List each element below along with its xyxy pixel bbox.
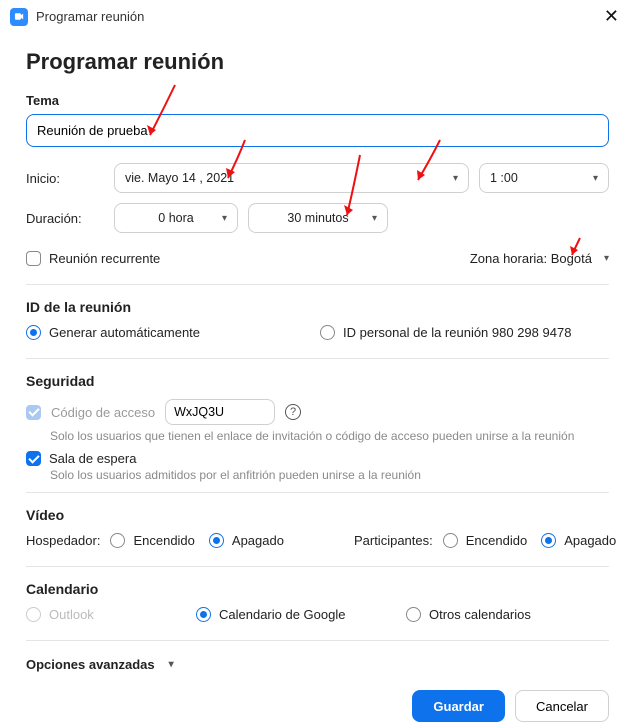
- meeting-id-header: ID de la reunión: [26, 299, 609, 315]
- video-on-label: Encendido: [466, 533, 527, 548]
- radio-icon: [443, 533, 458, 548]
- video-on-label: Encendido: [133, 533, 194, 548]
- host-video-off-radio[interactable]: Apagado: [209, 533, 284, 548]
- chevron-down-icon: ▾: [372, 213, 377, 224]
- chevron-down-icon: ▾: [453, 173, 458, 184]
- topic-label: Tema: [26, 93, 609, 108]
- chevron-down-icon: ▾: [222, 213, 227, 224]
- host-video-label: Hospedador:: [26, 533, 100, 548]
- advanced-options-toggle[interactable]: Opciones avanzadas ▾: [26, 657, 609, 672]
- host-video-on-radio[interactable]: Encendido: [110, 533, 194, 548]
- radio-icon: [110, 533, 125, 548]
- start-label: Inicio:: [26, 171, 104, 186]
- radio-disabled-icon: [26, 607, 41, 622]
- radio-selected-icon: [26, 325, 41, 340]
- checkbox-icon: [26, 251, 41, 266]
- radio-icon: [406, 607, 421, 622]
- close-icon[interactable]: ✕: [598, 6, 625, 27]
- radio-icon: [320, 325, 335, 340]
- meeting-id-personal-label: ID personal de la reunión 980 298 9478: [343, 325, 571, 340]
- timezone-text: Zona horaria: Bogotá: [470, 251, 592, 266]
- waiting-room-checkbox[interactable]: Sala de espera: [26, 451, 609, 466]
- video-header: Vídeo: [26, 507, 609, 523]
- calendar-header: Calendario: [26, 581, 609, 597]
- participants-video-off-radio[interactable]: Apagado: [541, 533, 616, 548]
- zoom-logo-icon: [10, 8, 28, 26]
- start-time-value: 1 :00: [490, 171, 518, 185]
- calendar-outlook-label: Outlook: [49, 607, 94, 622]
- chevron-down-icon: ▾: [604, 253, 609, 264]
- radio-selected-icon: [196, 607, 211, 622]
- checkbox-checked-icon: [26, 451, 41, 466]
- start-date-select[interactable]: vie. Mayo 14 , 2021 ▾: [114, 163, 469, 193]
- duration-row: Duración: 0 hora ▾ 30 minutos ▾: [26, 203, 609, 233]
- waiting-room-label: Sala de espera: [49, 451, 136, 466]
- duration-minutes-value: 30 minutos: [287, 211, 348, 225]
- waiting-room-description: Solo los usuarios admitidos por el anfit…: [50, 468, 609, 482]
- timezone-select[interactable]: Zona horaria: Bogotá ▾: [470, 251, 609, 266]
- page-title: Programar reunión: [26, 49, 609, 75]
- chevron-down-icon: ▾: [593, 173, 598, 184]
- recurring-label: Reunión recurrente: [49, 251, 160, 266]
- calendar-google-label: Calendario de Google: [219, 607, 345, 622]
- chevron-down-icon: ▾: [169, 659, 174, 670]
- passcode-description: Solo los usuarios que tienen el enlace d…: [50, 429, 609, 443]
- save-button[interactable]: Guardar: [412, 690, 505, 722]
- duration-minutes-select[interactable]: 30 minutos ▾: [248, 203, 388, 233]
- duration-hours-value: 0 hora: [158, 211, 193, 225]
- meeting-id-auto-label: Generar automáticamente: [49, 325, 200, 340]
- participants-video-on-radio[interactable]: Encendido: [443, 533, 527, 548]
- meeting-id-auto-radio[interactable]: Generar automáticamente: [26, 325, 200, 340]
- start-row: Inicio: vie. Mayo 14 , 2021 ▾ 1 :00 ▾: [26, 163, 609, 193]
- recurring-checkbox[interactable]: Reunión recurrente: [26, 251, 160, 266]
- radio-selected-icon: [209, 533, 224, 548]
- radio-selected-icon: [541, 533, 556, 548]
- title-bar: Programar reunión ✕: [0, 0, 635, 33]
- calendar-google-radio[interactable]: Calendario de Google: [196, 607, 386, 622]
- duration-label: Duración:: [26, 211, 104, 226]
- duration-hours-select[interactable]: 0 hora ▾: [114, 203, 238, 233]
- passcode-checkbox: [26, 405, 41, 420]
- calendar-other-radio[interactable]: Otros calendarios: [406, 607, 531, 622]
- topic-input[interactable]: [26, 114, 609, 147]
- cancel-button[interactable]: Cancelar: [515, 690, 609, 722]
- security-header: Seguridad: [26, 373, 609, 389]
- advanced-options-label: Opciones avanzadas: [26, 657, 155, 672]
- calendar-other-label: Otros calendarios: [429, 607, 531, 622]
- meeting-id-personal-radio[interactable]: ID personal de la reunión 980 298 9478: [320, 325, 571, 340]
- window-title: Programar reunión: [36, 9, 598, 24]
- participants-video-label: Participantes:: [354, 533, 433, 548]
- calendar-outlook-radio: Outlook: [26, 607, 176, 622]
- video-off-label: Apagado: [564, 533, 616, 548]
- passcode-label: Código de acceso: [51, 405, 155, 420]
- video-off-label: Apagado: [232, 533, 284, 548]
- help-icon[interactable]: ?: [285, 404, 301, 420]
- start-time-select[interactable]: 1 :00 ▾: [479, 163, 609, 193]
- start-date-value: vie. Mayo 14 , 2021: [125, 171, 234, 185]
- passcode-input[interactable]: [165, 399, 275, 425]
